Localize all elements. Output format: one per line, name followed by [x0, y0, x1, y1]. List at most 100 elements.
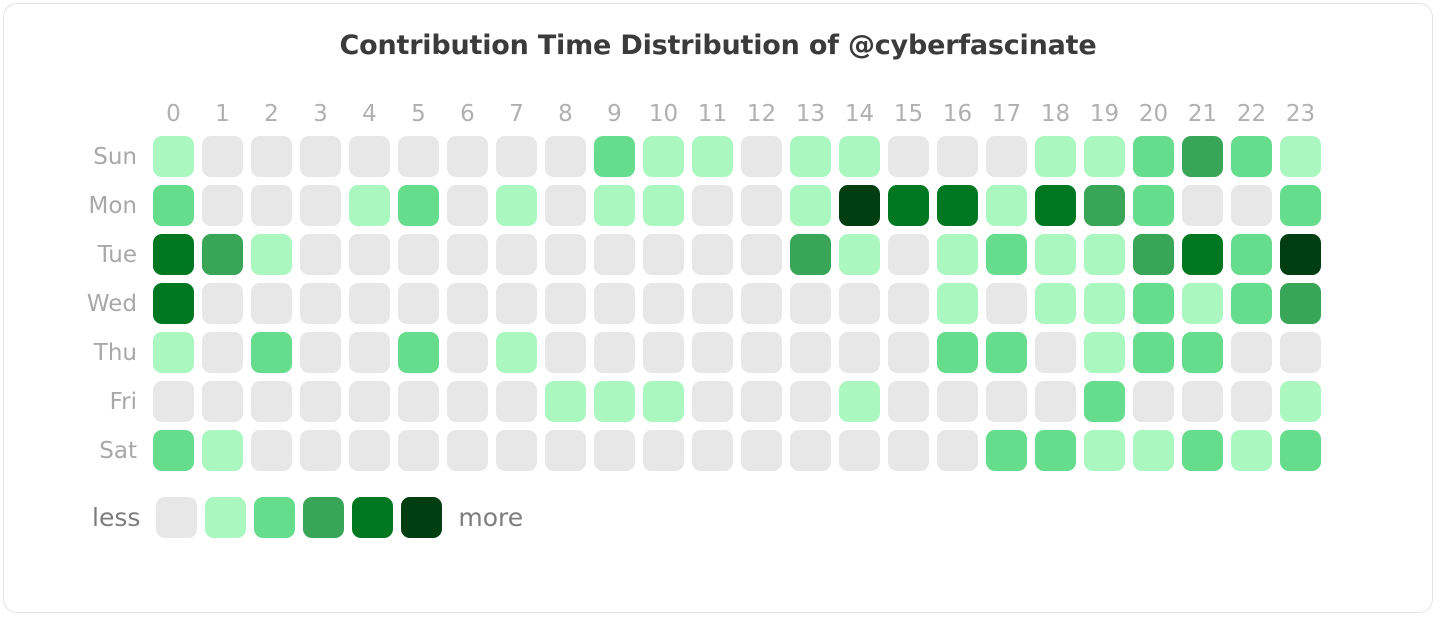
heatmap-cell[interactable] — [202, 332, 243, 373]
heatmap-cell[interactable] — [251, 332, 292, 373]
heatmap-cell[interactable] — [251, 136, 292, 177]
heatmap-cell[interactable] — [398, 234, 439, 275]
heatmap-cell[interactable] — [545, 430, 586, 471]
heatmap-cell[interactable] — [300, 381, 341, 422]
heatmap-cell[interactable] — [1231, 430, 1272, 471]
heatmap-cell[interactable] — [692, 234, 733, 275]
heatmap-cell[interactable] — [153, 234, 194, 275]
heatmap-cell[interactable] — [839, 283, 880, 324]
heatmap-cell[interactable] — [1182, 283, 1223, 324]
heatmap-cell[interactable] — [839, 381, 880, 422]
heatmap-cell[interactable] — [1231, 234, 1272, 275]
heatmap-cell[interactable] — [545, 234, 586, 275]
heatmap-cell[interactable] — [300, 136, 341, 177]
heatmap-cell[interactable] — [1084, 185, 1125, 226]
heatmap-cell[interactable] — [741, 381, 782, 422]
heatmap-cell[interactable] — [251, 430, 292, 471]
heatmap-cell[interactable] — [1280, 381, 1321, 422]
heatmap-cell[interactable] — [594, 283, 635, 324]
heatmap-cell[interactable] — [349, 381, 390, 422]
heatmap-cell[interactable] — [888, 283, 929, 324]
heatmap-cell[interactable] — [447, 283, 488, 324]
heatmap-cell[interactable] — [202, 381, 243, 422]
heatmap-cell[interactable] — [1084, 234, 1125, 275]
heatmap-cell[interactable] — [1182, 381, 1223, 422]
heatmap-cell[interactable] — [1035, 234, 1076, 275]
heatmap-cell[interactable] — [692, 136, 733, 177]
heatmap-cell[interactable] — [153, 381, 194, 422]
heatmap-cell[interactable] — [1231, 381, 1272, 422]
heatmap-cell[interactable] — [1182, 185, 1223, 226]
heatmap-cell[interactable] — [1084, 283, 1125, 324]
heatmap-cell[interactable] — [692, 332, 733, 373]
heatmap-cell[interactable] — [888, 185, 929, 226]
heatmap-cell[interactable] — [643, 332, 684, 373]
heatmap-cell[interactable] — [349, 283, 390, 324]
heatmap-cell[interactable] — [496, 381, 537, 422]
heatmap-cell[interactable] — [594, 136, 635, 177]
heatmap-cell[interactable] — [349, 332, 390, 373]
heatmap-cell[interactable] — [643, 430, 684, 471]
heatmap-cell[interactable] — [1084, 381, 1125, 422]
heatmap-cell[interactable] — [1280, 234, 1321, 275]
heatmap-cell[interactable] — [790, 234, 831, 275]
heatmap-cell[interactable] — [1133, 283, 1174, 324]
heatmap-cell[interactable] — [741, 430, 782, 471]
heatmap-cell[interactable] — [447, 234, 488, 275]
heatmap-cell[interactable] — [937, 185, 978, 226]
heatmap-cell[interactable] — [888, 332, 929, 373]
heatmap-cell[interactable] — [1084, 332, 1125, 373]
heatmap-cell[interactable] — [1084, 136, 1125, 177]
heatmap-cell[interactable] — [692, 381, 733, 422]
heatmap-cell[interactable] — [937, 430, 978, 471]
heatmap-cell[interactable] — [1133, 136, 1174, 177]
heatmap-cell[interactable] — [986, 381, 1027, 422]
heatmap-cell[interactable] — [153, 185, 194, 226]
heatmap-cell[interactable] — [447, 430, 488, 471]
heatmap-cell[interactable] — [447, 381, 488, 422]
heatmap-cell[interactable] — [300, 283, 341, 324]
heatmap-cell[interactable] — [153, 332, 194, 373]
heatmap-cell[interactable] — [398, 430, 439, 471]
heatmap-cell[interactable] — [937, 234, 978, 275]
heatmap-cell[interactable] — [1035, 332, 1076, 373]
heatmap-cell[interactable] — [643, 283, 684, 324]
heatmap-cell[interactable] — [692, 185, 733, 226]
heatmap-cell[interactable] — [496, 283, 537, 324]
heatmap-cell[interactable] — [202, 430, 243, 471]
heatmap-cell[interactable] — [1035, 136, 1076, 177]
heatmap-cell[interactable] — [839, 234, 880, 275]
heatmap-cell[interactable] — [986, 332, 1027, 373]
heatmap-cell[interactable] — [1280, 185, 1321, 226]
heatmap-cell[interactable] — [986, 234, 1027, 275]
heatmap-cell[interactable] — [251, 234, 292, 275]
heatmap-cell[interactable] — [300, 185, 341, 226]
heatmap-cell[interactable] — [741, 332, 782, 373]
heatmap-cell[interactable] — [398, 185, 439, 226]
heatmap-cell[interactable] — [790, 430, 831, 471]
heatmap-cell[interactable] — [1231, 136, 1272, 177]
heatmap-cell[interactable] — [300, 332, 341, 373]
heatmap-cell[interactable] — [986, 430, 1027, 471]
heatmap-cell[interactable] — [545, 332, 586, 373]
heatmap-cell[interactable] — [398, 381, 439, 422]
heatmap-cell[interactable] — [496, 136, 537, 177]
heatmap-cell[interactable] — [888, 234, 929, 275]
heatmap-cell[interactable] — [594, 332, 635, 373]
heatmap-cell[interactable] — [1133, 430, 1174, 471]
heatmap-cell[interactable] — [496, 332, 537, 373]
heatmap-cell[interactable] — [496, 430, 537, 471]
heatmap-cell[interactable] — [594, 185, 635, 226]
heatmap-cell[interactable] — [1133, 332, 1174, 373]
heatmap-cell[interactable] — [1280, 136, 1321, 177]
heatmap-cell[interactable] — [839, 185, 880, 226]
heatmap-cell[interactable] — [1035, 283, 1076, 324]
heatmap-cell[interactable] — [1280, 283, 1321, 324]
heatmap-cell[interactable] — [1182, 332, 1223, 373]
heatmap-cell[interactable] — [545, 185, 586, 226]
heatmap-cell[interactable] — [1182, 234, 1223, 275]
heatmap-cell[interactable] — [1231, 332, 1272, 373]
heatmap-cell[interactable] — [741, 283, 782, 324]
heatmap-cell[interactable] — [937, 381, 978, 422]
heatmap-cell[interactable] — [1084, 430, 1125, 471]
